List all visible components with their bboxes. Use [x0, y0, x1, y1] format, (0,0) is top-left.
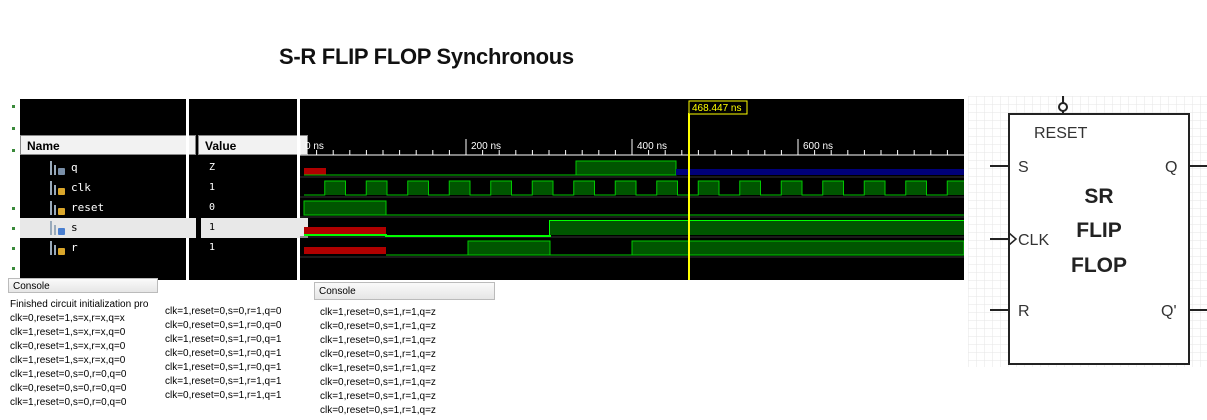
clk-pulse: [407, 181, 429, 195]
signal-icon: [50, 221, 65, 235]
console-line: clk=1,reset=0,s=0,r=0,q=0: [10, 397, 127, 408]
clk-pulse: [905, 181, 927, 195]
console-line: clk=0,reset=0,s=1,r=1,q=z: [320, 349, 436, 360]
console-line: clk=1,reset=0,s=1,r=1,q=1: [165, 376, 282, 387]
signal-row-clk[interactable]: clk: [20, 178, 196, 198]
tick-label: 400 ns: [637, 141, 667, 152]
console-line: clk=1,reset=0,s=1,r=1,q=z: [320, 335, 436, 346]
console-tab[interactable]: Console: [314, 282, 495, 300]
signal-value-r: 1: [209, 242, 216, 253]
waveform-window: Name Value q clk reset s r Z 1 0 1 1 0 n…: [12, 99, 964, 280]
signal-value-s: 1: [201, 218, 308, 238]
clk-pulse: [781, 181, 802, 195]
reset-label: RESET: [1034, 125, 1088, 142]
s-label: S: [1018, 159, 1029, 176]
console-line: clk=0,reset=0,s=1,r=1,q=1: [165, 390, 282, 401]
signal-icon: [50, 241, 65, 255]
clk-pulse: [490, 181, 512, 195]
clk-pulse: [366, 181, 387, 195]
wave-q: [304, 160, 964, 176]
console-line: clk=0,reset=0,s=1,r=0,q=1: [165, 348, 282, 359]
console-line: clk=0,reset=1,s=x,r=x,q=0: [10, 341, 126, 352]
signal-name: q: [71, 161, 78, 174]
console-line: clk=1,reset=1,s=x,r=x,q=0: [10, 327, 126, 338]
reset-bubble: [1058, 102, 1068, 112]
clk-pulse: [739, 181, 761, 195]
clk-pulse: [573, 181, 595, 195]
signal-row-r[interactable]: r: [20, 238, 196, 258]
body-label-line2: FLIP: [1076, 219, 1122, 242]
waveform-gutter: [12, 99, 20, 280]
signal-value-clk: 1: [209, 182, 216, 193]
signal-name: s: [71, 221, 78, 234]
wave-reset: [303, 200, 964, 216]
body-label-line1: SR: [1084, 185, 1113, 208]
clk-pulse: [822, 181, 844, 195]
console-line: clk=0,reset=0,s=1,r=0,q=0: [165, 320, 282, 331]
signal-icon: [50, 161, 65, 175]
console-line: clk=0,reset=0,s=1,r=1,q=z: [320, 377, 436, 388]
console-line: clk=1,reset=0,s=0,r=0,q=0: [10, 369, 127, 380]
r-label: R: [1018, 303, 1030, 320]
cursor-time-label: 468.447 ns: [692, 103, 742, 114]
waveform-canvas[interactable]: 0 ns 200 ns 400 ns 600 ns 468.447 ns: [300, 99, 964, 280]
clk-pulse: [324, 181, 346, 195]
console-left[interactable]: Console Finished circuit initialization …: [8, 278, 158, 420]
signal-name: r: [71, 241, 78, 254]
name-column-header[interactable]: Name: [20, 135, 196, 155]
console-line: clk=1,reset=0,s=1,r=1,q=z: [320, 363, 436, 374]
clk-pulse: [947, 181, 964, 195]
signal-row-reset[interactable]: reset: [20, 198, 196, 218]
console-line: clk=1,reset=0,s=0,r=1,q=0: [165, 306, 282, 317]
q-label: Q: [1165, 159, 1177, 176]
console-line: clk=0,reset=0,s=1,r=1,q=z: [320, 321, 436, 332]
console-line: clk=0,reset=0,s=1,r=1,q=z: [320, 405, 436, 416]
qbar-label: Q': [1161, 303, 1177, 320]
value-column-header[interactable]: Value: [198, 135, 308, 155]
clk-label: CLK: [1018, 232, 1049, 249]
signal-row-q[interactable]: q: [20, 158, 196, 178]
signal-name: clk: [71, 181, 91, 194]
console-middle[interactable]: clk=1,reset=0,s=0,r=1,q=0 clk=0,reset=0,…: [162, 300, 312, 410]
signal-value-reset: 0: [209, 202, 216, 213]
clk-pulse: [698, 181, 719, 195]
signal-value-q: Z: [209, 162, 216, 173]
clk-pulse: [532, 181, 553, 195]
signal-icon: [50, 181, 65, 195]
wave-s: [304, 220, 964, 237]
tick-label: 600 ns: [803, 141, 833, 152]
page-title: S-R FLIP FLOP Synchronous: [279, 44, 574, 69]
console-tab[interactable]: Console: [8, 278, 158, 293]
console-line: Finished circuit initialization pro: [10, 299, 149, 310]
tick-label: 0 ns: [305, 141, 324, 152]
console-line: clk=1,reset=0,s=1,r=1,q=z: [320, 391, 436, 402]
wave-r: [304, 240, 964, 256]
console-line: clk=0,reset=1,s=x,r=x,q=x: [10, 313, 125, 324]
signal-icon: [50, 201, 65, 215]
signal-name: reset: [71, 201, 105, 214]
console-line: clk=0,reset=0,s=0,r=0,q=0: [10, 383, 127, 394]
time-ruler: 0 ns 200 ns 400 ns 600 ns: [300, 139, 964, 156]
console-right[interactable]: Console clk=1,reset=0,s=1,r=1,q=z clk=0,…: [314, 282, 495, 420]
console-line: clk=1,reset=0,s=1,r=1,q=z: [320, 307, 436, 318]
sr-flipflop-schematic: RESET S CLK R Q Q' SR FLIP FLOP: [968, 96, 1207, 367]
body-label-line3: FLOP: [1071, 254, 1127, 277]
signal-row-s[interactable]: s: [20, 218, 196, 238]
console-line: clk=1,reset=0,s=1,r=0,q=1: [165, 334, 282, 345]
clk-pulse: [864, 181, 885, 195]
clk-pulse: [656, 181, 678, 195]
clk-pulse: [615, 181, 636, 195]
wave-clk: [304, 180, 964, 196]
console-line: clk=1,reset=0,s=1,r=0,q=1: [165, 362, 282, 373]
tick-label: 200 ns: [471, 141, 501, 152]
clk-pulse: [449, 181, 470, 195]
console-line: clk=1,reset=1,s=x,r=x,q=0: [10, 355, 126, 366]
